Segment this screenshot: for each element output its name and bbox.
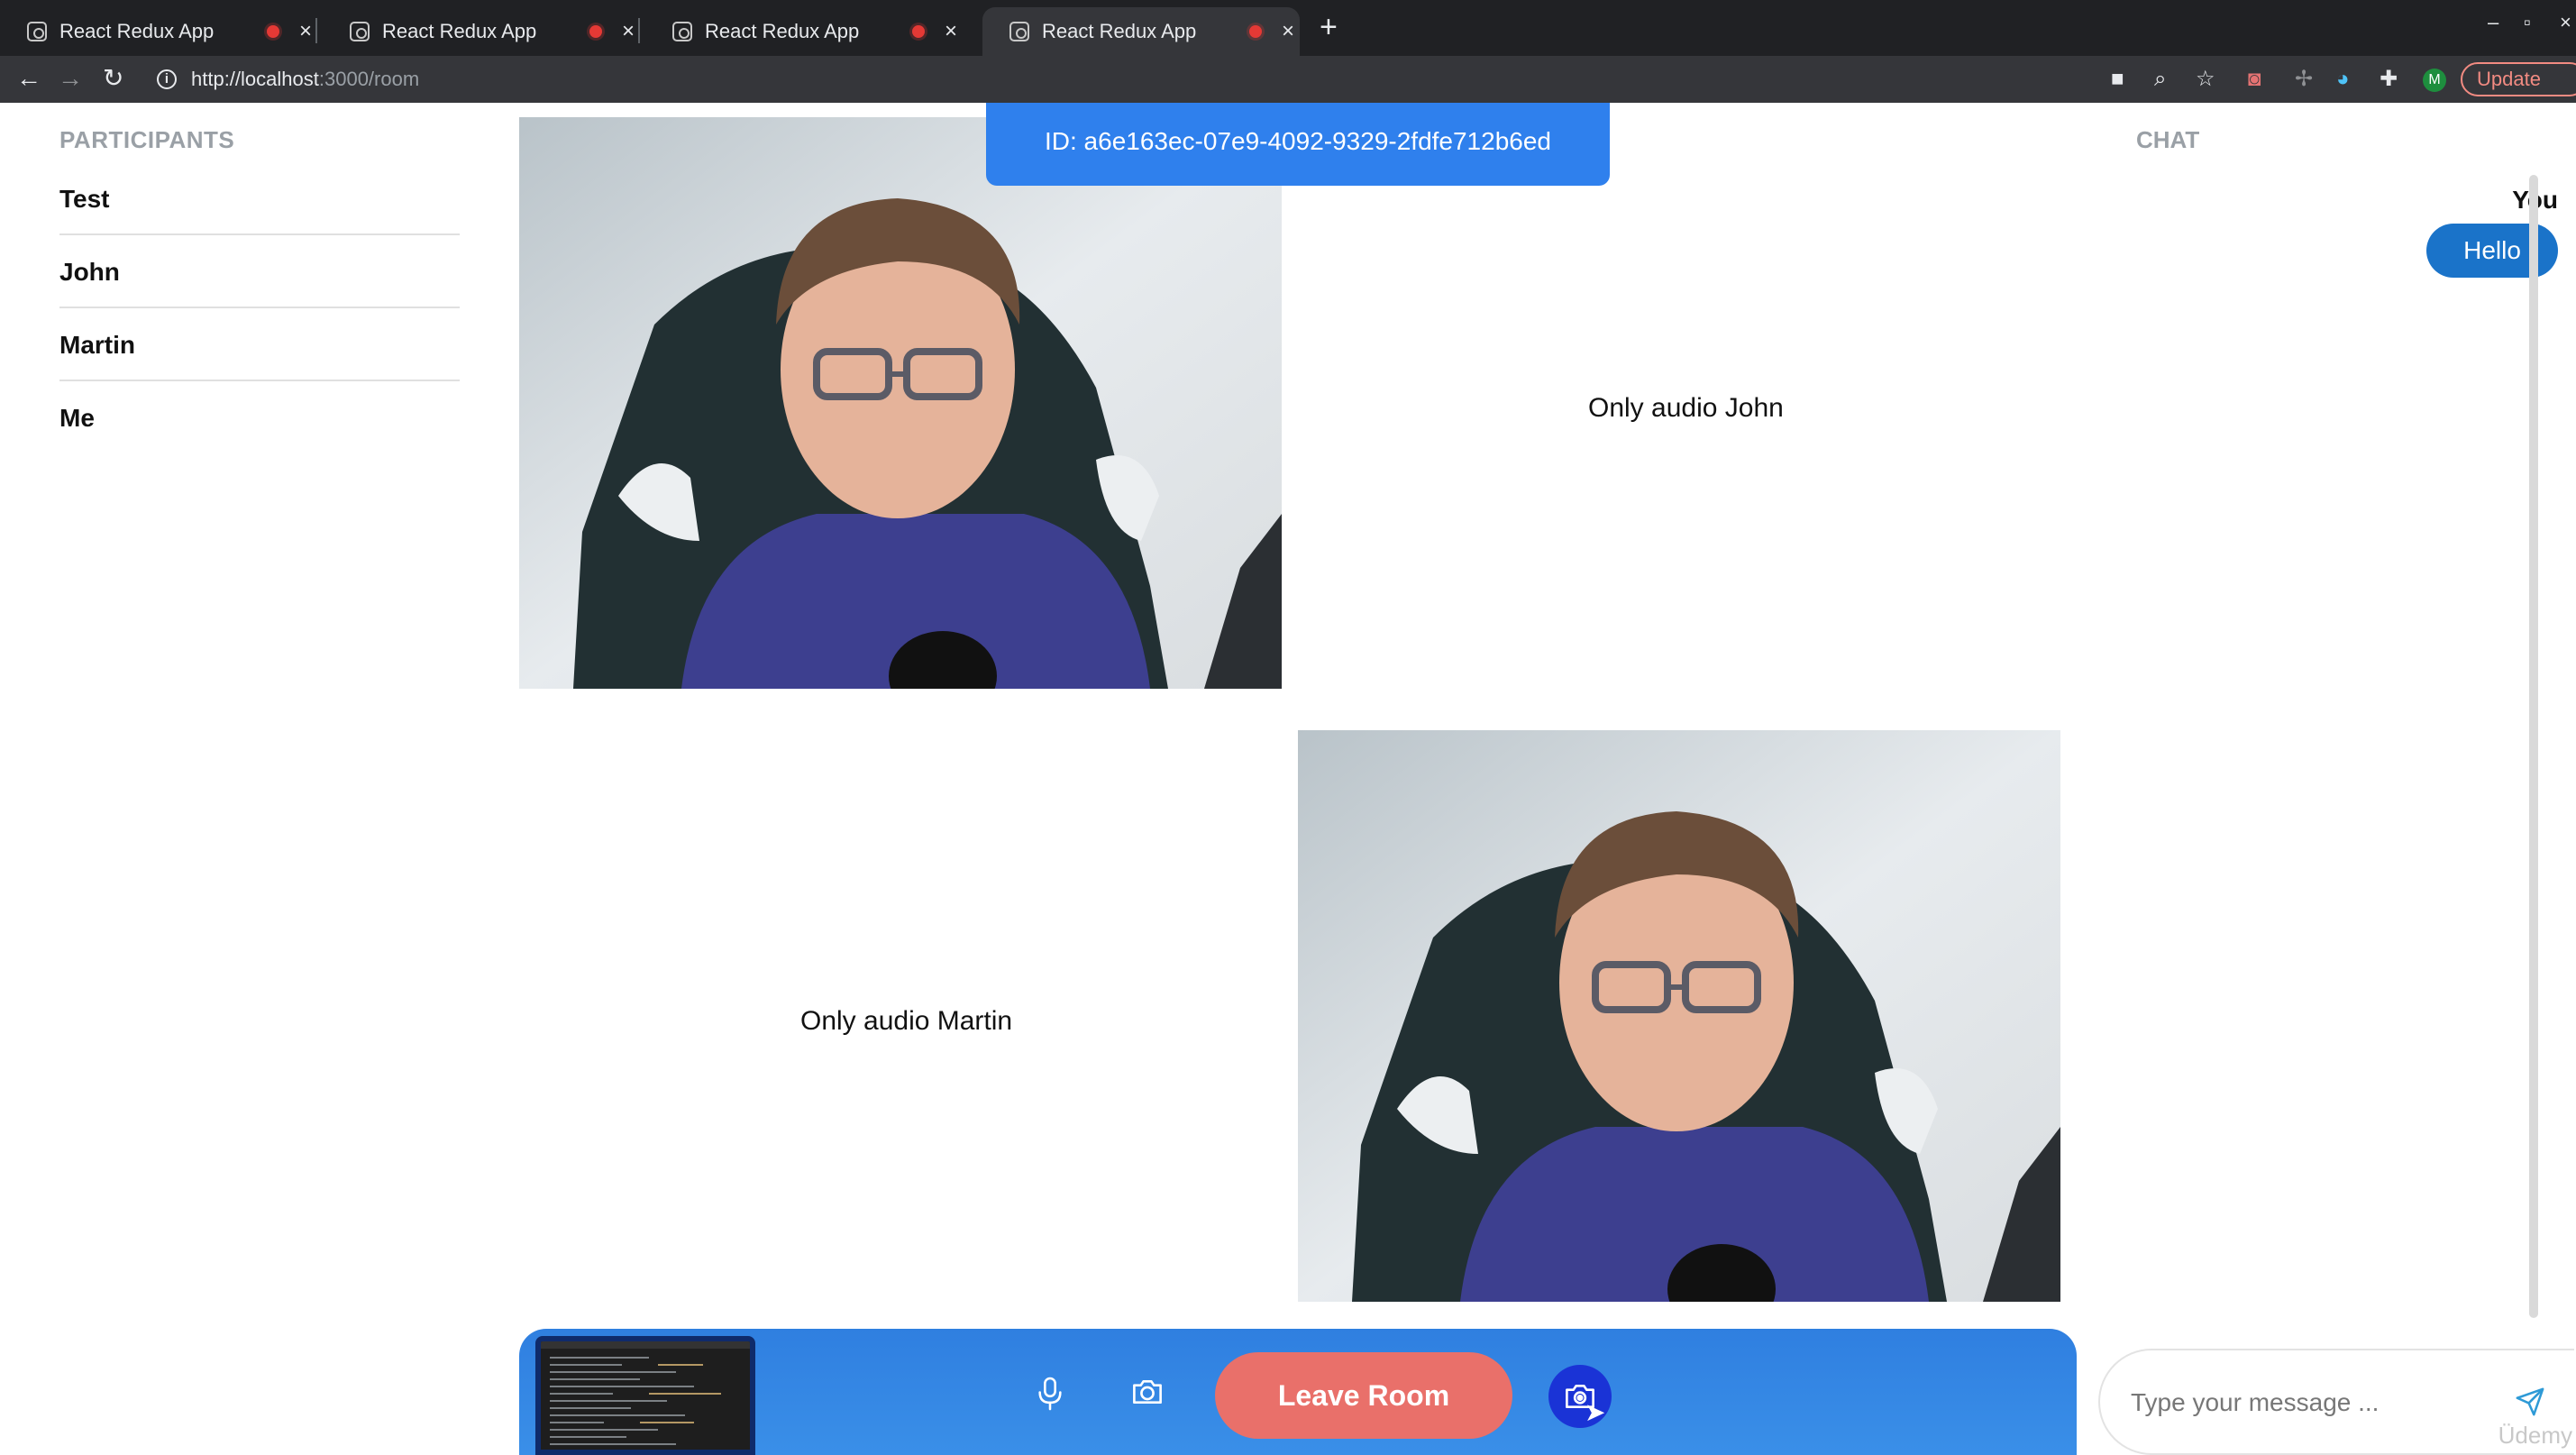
room-app: PARTICIPANTS Test John Martin Me ID: a6e… — [0, 103, 2576, 1455]
participant-video — [1298, 730, 2060, 1302]
extension-icon[interactable]: ✢ — [2295, 67, 2313, 92]
microphone-icon[interactable] — [1035, 1376, 1065, 1416]
tab-title: React Redux App — [1042, 20, 1197, 42]
url-text[interactable]: http://localhost:3000/room — [191, 68, 419, 91]
send-icon[interactable] — [2515, 1386, 2545, 1422]
mouse-cursor-icon: ➤ — [1585, 1398, 1606, 1426]
leave-room-button[interactable]: Leave Room — [1215, 1352, 1512, 1439]
participants-title: PARTICIPANTS — [59, 126, 235, 153]
extension-redux-icon[interactable]: ◙ — [2248, 67, 2261, 92]
extensions-puzzle-icon[interactable]: ✚ — [2380, 67, 2398, 92]
chat-panel: CHAT You Hello — [2096, 126, 2565, 1451]
chat-scrollbar[interactable] — [2529, 175, 2538, 1318]
participant-item: Martin — [59, 308, 460, 381]
video-controls-bar: Leave Room ➤ — [519, 1329, 2077, 1455]
participant-item: Test — [59, 162, 460, 235]
profile-avatar[interactable]: M — [2423, 69, 2446, 92]
zoom-icon[interactable]: ⌕ — [2154, 67, 2166, 92]
close-tab-icon[interactable]: × — [299, 21, 312, 42]
maximize-window-icon[interactable]: ▫ — [2524, 11, 2531, 34]
camera-icon[interactable] — [1130, 1376, 1165, 1413]
react-favicon-icon — [350, 22, 370, 41]
browser-tab[interactable]: React Redux App × — [0, 7, 317, 56]
camera-in-use-icon[interactable]: ■ — [2111, 67, 2124, 92]
close-tab-icon[interactable]: × — [622, 21, 635, 42]
recording-indicator-icon — [267, 25, 279, 38]
browser-tab-bar: React Redux App × React Redux App × Reac… — [0, 0, 2576, 56]
address-bar[interactable]: i http://localhost:3000/room — [144, 60, 2073, 98]
site-info-icon[interactable]: i — [157, 69, 177, 89]
room-id-label: ID: a6e163ec-07e9-4092-9329-2fdfe712b6ed — [986, 103, 1610, 186]
participant-item: Me — [59, 404, 95, 432]
tab-title: React Redux App — [59, 20, 215, 42]
back-icon[interactable]: ← — [16, 63, 41, 94]
close-tab-icon[interactable]: × — [945, 21, 957, 42]
participant-item: John — [59, 235, 460, 308]
extension-color-icon[interactable]: ◕ — [2336, 67, 2350, 92]
participants-panel: PARTICIPANTS Test John Martin Me — [59, 126, 460, 454]
audio-only-label: Only audio John — [1588, 393, 1784, 423]
update-button[interactable]: Update — [2461, 62, 2576, 96]
tab-title: React Redux App — [705, 20, 860, 42]
browser-tab-active[interactable]: React Redux App × — [982, 7, 1300, 56]
close-window-icon[interactable]: × — [2560, 11, 2571, 34]
recording-indicator-icon — [912, 25, 925, 38]
audio-only-label: Only audio Martin — [800, 1006, 1013, 1036]
react-favicon-icon — [27, 22, 47, 41]
recording-indicator-icon — [1249, 25, 1262, 38]
browser-tab[interactable]: React Redux App × — [323, 7, 640, 56]
close-tab-icon[interactable]: × — [1282, 21, 1294, 42]
forward-icon[interactable]: → — [58, 63, 83, 94]
minimize-window-icon[interactable]: – — [2488, 11, 2498, 34]
chat-title: CHAT — [2136, 126, 2200, 153]
message-bubble: Hello — [2426, 224, 2558, 278]
tab-title: React Redux App — [382, 20, 537, 42]
participant-video — [519, 117, 1282, 689]
new-tab-icon[interactable]: + — [1320, 9, 1338, 45]
bookmark-star-icon[interactable]: ☆ — [2196, 67, 2215, 92]
recording-indicator-icon — [589, 25, 602, 38]
browser-toolbar: ← → ↻ i http://localhost:3000/room ■ ⌕ ☆… — [0, 56, 2576, 103]
reload-icon[interactable]: ↻ — [103, 63, 123, 94]
browser-tab[interactable]: React Redux App × — [645, 7, 963, 56]
react-favicon-icon — [672, 22, 692, 41]
react-favicon-icon — [1009, 22, 1029, 41]
udemy-watermark: Üdemy — [2498, 1422, 2572, 1449]
chat-message-input[interactable] — [2131, 1383, 2491, 1423]
screen-share-preview — [535, 1336, 755, 1455]
